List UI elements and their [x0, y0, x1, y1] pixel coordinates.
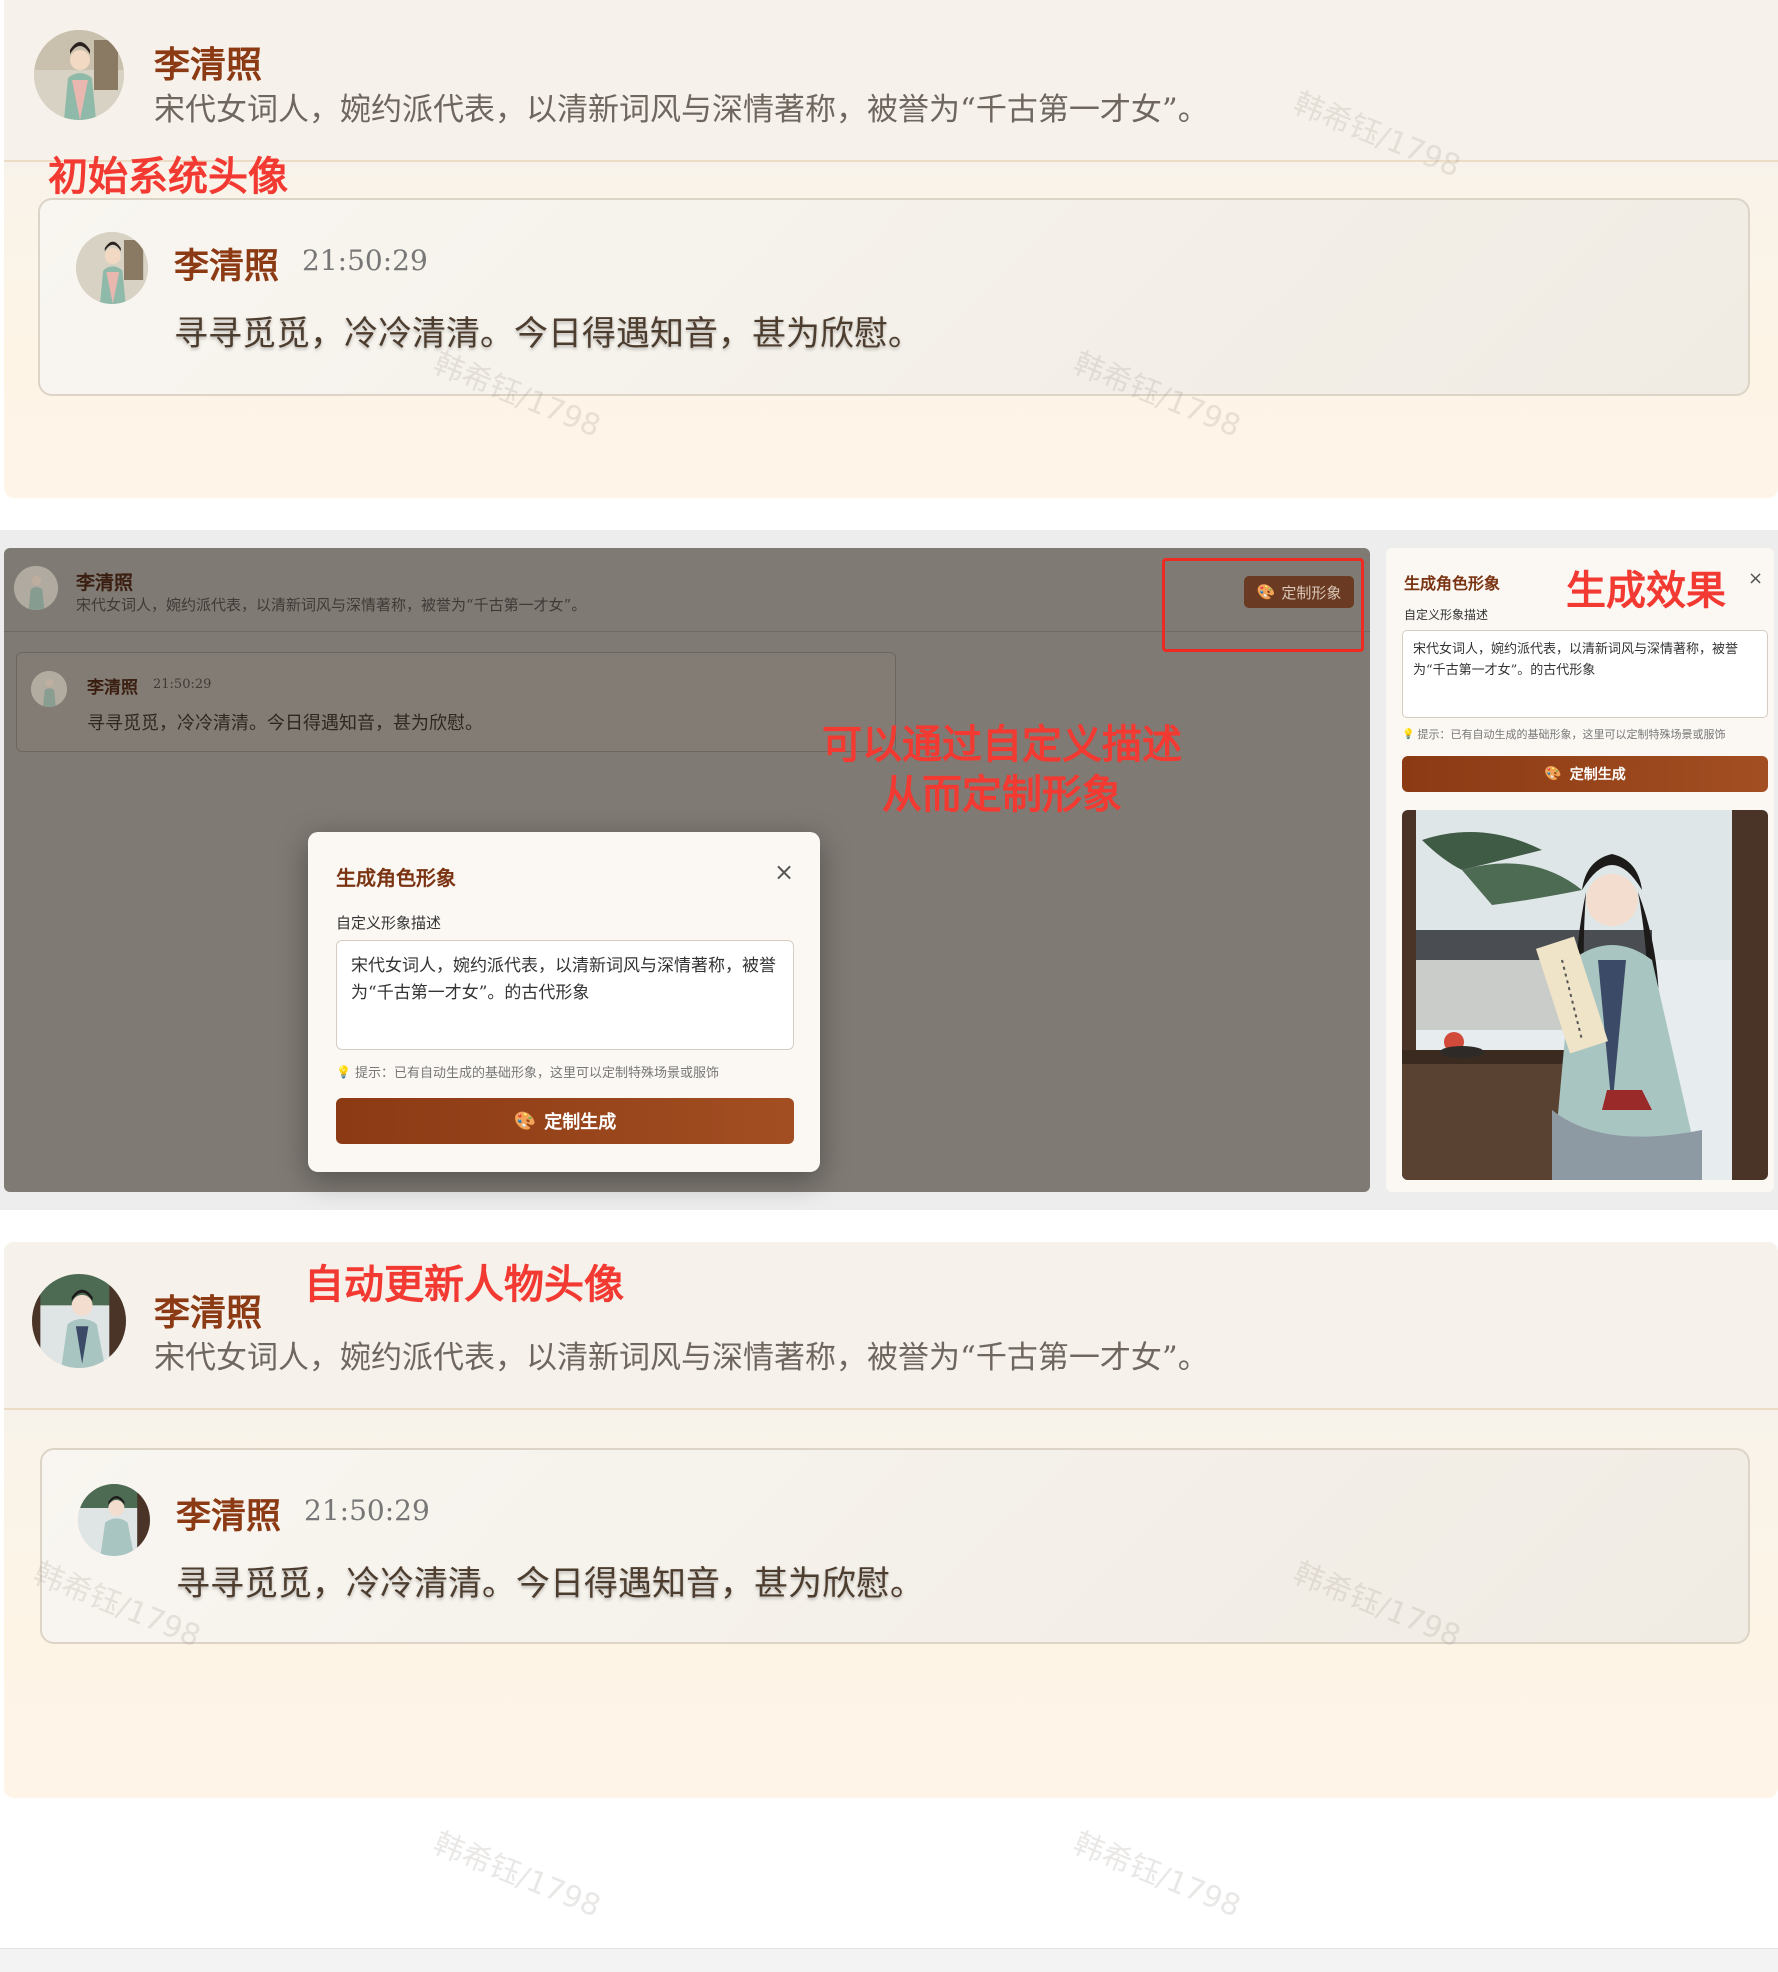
lightbulb-icon: 💡: [1402, 728, 1415, 740]
modal-hint-row: 💡 提示：已有自动生成的基础形象，这里可以定制特殊场景或服饰: [336, 1062, 719, 1082]
dimmed-message-text: 寻寻觅觅，冷冷清清。今日得遇知音，甚为欣慰。: [87, 713, 483, 734]
bottom-strip: [0, 1948, 1778, 1972]
updated-character-header: 李清照 宋代女词人，婉约派代表，以清新词风与深情著称，被誉为“千古第一才女”。: [4, 1242, 1778, 1410]
side-generate-button[interactable]: 🎨 定制生成: [1402, 756, 1768, 792]
generated-portrait-image: [1402, 810, 1768, 1180]
side-close-icon[interactable]: ×: [1748, 568, 1763, 589]
generate-button[interactable]: 🎨 定制生成: [336, 1098, 794, 1144]
character-description: 宋代女词人，婉约派代表，以清新词风与深情著称，被誉为“千古第一才女”。: [154, 92, 1209, 128]
annotation-auto-update: 自动更新人物头像: [304, 1262, 624, 1308]
character-header: 李清照 宋代女词人，婉约派代表，以清新词风与深情著称，被誉为“千古第一才女”。: [4, 0, 1778, 162]
generate-avatar-modal: 生成角色形象 × 自定义形象描述 宋代女词人，婉约派代表，以清新词风与深情著称，…: [308, 832, 820, 1172]
character-avatar-initial[interactable]: [34, 30, 124, 120]
annotation-effect: 生成效果: [1566, 568, 1726, 614]
generate-button-label: 定制生成: [544, 1112, 617, 1133]
dimmed-message-avatar: [31, 671, 67, 707]
dimmed-chat-message: 李清照 21:50:29 寻寻觅觅，冷冷清清。今日得遇知音，甚为欣慰。: [16, 652, 896, 752]
initial-chat-panel: 李清照 宋代女词人，婉约派代表，以清新词风与深情著称，被誉为“千古第一才女”。 …: [4, 0, 1778, 498]
dimmed-message-sender: 李清照: [87, 678, 138, 698]
annotation-line-1: 可以通过自定义描述: [822, 722, 1182, 768]
lightbulb-icon: 💡: [336, 1064, 351, 1079]
updated-chat-message: 李清照 21:50:29 寻寻觅觅，冷冷清清。今日得遇知音，甚为欣慰。: [40, 1448, 1750, 1644]
generated-result-panel: 生成角色形象 生成效果 × 自定义形象描述 宋代女词人，婉约派代表，以清新词风与…: [1386, 548, 1774, 1192]
side-hint: 提示：已有自动生成的基础形象，这里可以定制特殊场景或服饰: [1417, 728, 1726, 741]
dimmed-avatar: [14, 566, 58, 610]
updated-message-sender: 李清照: [176, 1496, 282, 1537]
side-generate-label: 定制生成: [1569, 767, 1626, 783]
annotation-initial-avatar: 初始系统头像: [48, 154, 288, 200]
chat-message: 李清照 21:50:29 寻寻觅觅，冷冷清清。今日得遇知音，甚为欣慰。: [38, 198, 1750, 396]
palette-icon: 🎨: [513, 1110, 537, 1132]
message-time: 21:50:29: [302, 244, 428, 277]
dimmed-message-time: 21:50:29: [153, 677, 212, 692]
updated-chat-panel: 李清照 宋代女词人，婉约派代表，以清新词风与深情著称，被誉为“千古第一才女”。 …: [4, 1242, 1778, 1798]
annotation-line-2: 从而定制形象: [882, 772, 1122, 818]
annotation-custom-description: 可以通过自定义描述 从而定制形象: [800, 720, 1204, 820]
dimmed-character-description: 宋代女词人，婉约派代表，以清新词风与深情著称，被誉为“千古第一才女”。: [76, 596, 587, 614]
watermark: 韩希钰/1798: [1068, 1825, 1246, 1925]
updated-character-name: 李清照: [154, 1292, 263, 1334]
palette-icon: 🎨: [1544, 766, 1562, 782]
message-text: 寻寻觅觅，冷冷清清。今日得遇知音，甚为欣慰。: [174, 314, 922, 354]
updated-message-time: 21:50:29: [304, 1494, 430, 1527]
watermark: 韩希钰/1798: [428, 1825, 606, 1925]
message-sender: 李清照: [174, 246, 280, 287]
side-description-textarea[interactable]: 宋代女词人，婉约派代表，以清新词风与深情著称，被誉为“千古第一才女”。的古代形象: [1402, 630, 1768, 718]
updated-message-avatar: [78, 1484, 150, 1556]
side-title: 生成角色形象: [1404, 574, 1501, 593]
description-label: 自定义形象描述: [336, 914, 442, 932]
modal-title: 生成角色形象: [336, 866, 456, 890]
side-hint-row: 💡 提示：已有自动生成的基础形象，这里可以定制特殊场景或服饰: [1402, 726, 1725, 742]
character-name: 李清照: [154, 44, 263, 86]
character-avatar-updated[interactable]: [32, 1274, 126, 1368]
updated-message-text: 寻寻觅觅，冷冷清清。今日得遇知音，甚为欣慰。: [176, 1564, 924, 1604]
message-avatar: [76, 232, 148, 304]
highlight-box: [1162, 558, 1364, 652]
side-description-label: 自定义形象描述: [1404, 608, 1489, 622]
description-textarea[interactable]: 宋代女词人，婉约派代表，以清新词风与深情著称，被誉为“千古第一才女”。的古代形象: [336, 940, 794, 1050]
close-icon[interactable]: ×: [774, 858, 794, 886]
updated-character-description: 宋代女词人，婉约派代表，以清新词风与深情著称，被誉为“千古第一才女”。: [154, 1340, 1209, 1376]
modal-hint: 提示：已有自动生成的基础形象，这里可以定制特殊场景或服饰: [354, 1066, 719, 1081]
dimmed-character-name: 李清照: [76, 572, 134, 594]
